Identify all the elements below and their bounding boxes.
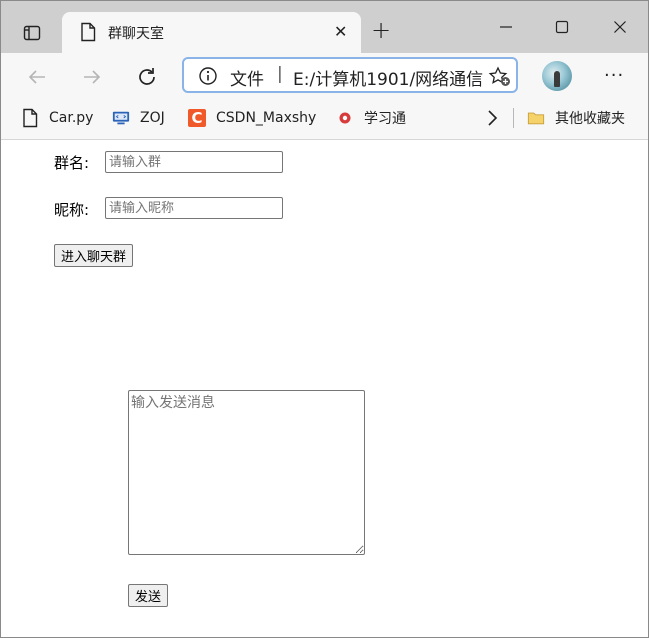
add-favorite-icon[interactable] xyxy=(484,66,512,91)
send-button[interactable]: 发送 xyxy=(128,584,169,607)
bookmark-zoj[interactable]: ZOJ xyxy=(112,107,165,129)
back-icon[interactable] xyxy=(23,63,51,91)
enter-chat-button[interactable]: 进入聊天群 xyxy=(54,244,134,267)
nickname-input[interactable] xyxy=(105,197,283,219)
maximize-icon[interactable] xyxy=(549,15,575,39)
info-icon[interactable] xyxy=(198,66,218,90)
profile-avatar[interactable] xyxy=(542,61,572,91)
url-scheme-label: 文件 xyxy=(230,70,264,90)
chevron-right-icon[interactable] xyxy=(485,109,499,131)
bookmarks-bar: Car.py ZOJ C CSDN_Maxshy 学习通 其他收藏夹 xyxy=(1,99,648,140)
url-separator: | xyxy=(277,64,283,84)
nickname-label: 昵称: xyxy=(54,201,90,219)
page-content: 群名: 昵称: 进入聊天群 发送 xyxy=(1,140,648,637)
zoj-icon xyxy=(112,109,130,127)
bookmark-label: 学习通 xyxy=(364,111,406,127)
toolbar: 文件 | E:/计算机1901/网络通信 ··· xyxy=(1,53,648,99)
new-tab-button[interactable]: + xyxy=(371,18,391,42)
refresh-icon[interactable] xyxy=(133,63,161,91)
xuexitong-icon xyxy=(336,109,354,127)
bookmark-csdn[interactable]: C CSDN_Maxshy xyxy=(188,107,316,129)
document-icon xyxy=(80,22,96,46)
group-name-label: 群名: xyxy=(54,154,90,172)
url-text[interactable]: E:/计算机1901/网络通信 xyxy=(293,65,483,90)
close-tab-icon[interactable]: ✕ xyxy=(334,24,347,40)
message-textarea[interactable] xyxy=(128,390,365,555)
csdn-icon: C xyxy=(188,109,206,127)
tab-title: 群聊天室 xyxy=(108,26,164,42)
bookmark-label: ZOJ xyxy=(140,110,165,126)
minimize-icon[interactable] xyxy=(493,15,519,39)
file-icon xyxy=(21,108,39,128)
group-name-input[interactable] xyxy=(105,151,283,173)
bookmark-label: Car.py xyxy=(49,110,94,126)
forward-icon[interactable] xyxy=(78,63,106,91)
bookmark-car-py[interactable]: Car.py xyxy=(21,107,93,129)
active-tab[interactable]: 群聊天室 ✕ xyxy=(62,12,361,53)
tab-strip: 群聊天室 ✕ + xyxy=(1,1,648,53)
tab-actions-icon[interactable] xyxy=(12,13,52,53)
other-bookmarks-label: 其他收藏夹 xyxy=(555,111,625,127)
folder-icon xyxy=(527,109,545,127)
browser-window: 群聊天室 ✕ + 文件 | E:/计算机1901/网络通信 ··· Car.py… xyxy=(0,0,649,638)
bookmark-xuexitong[interactable]: 学习通 xyxy=(336,107,406,129)
bookmark-label: CSDN_Maxshy xyxy=(216,110,317,126)
bookmarks-divider xyxy=(513,108,514,128)
other-bookmarks[interactable]: 其他收藏夹 xyxy=(527,107,625,129)
address-bar[interactable]: 文件 | E:/计算机1901/网络通信 xyxy=(182,57,518,93)
more-menu-icon[interactable]: ··· xyxy=(604,65,624,86)
close-window-icon[interactable] xyxy=(607,15,633,39)
